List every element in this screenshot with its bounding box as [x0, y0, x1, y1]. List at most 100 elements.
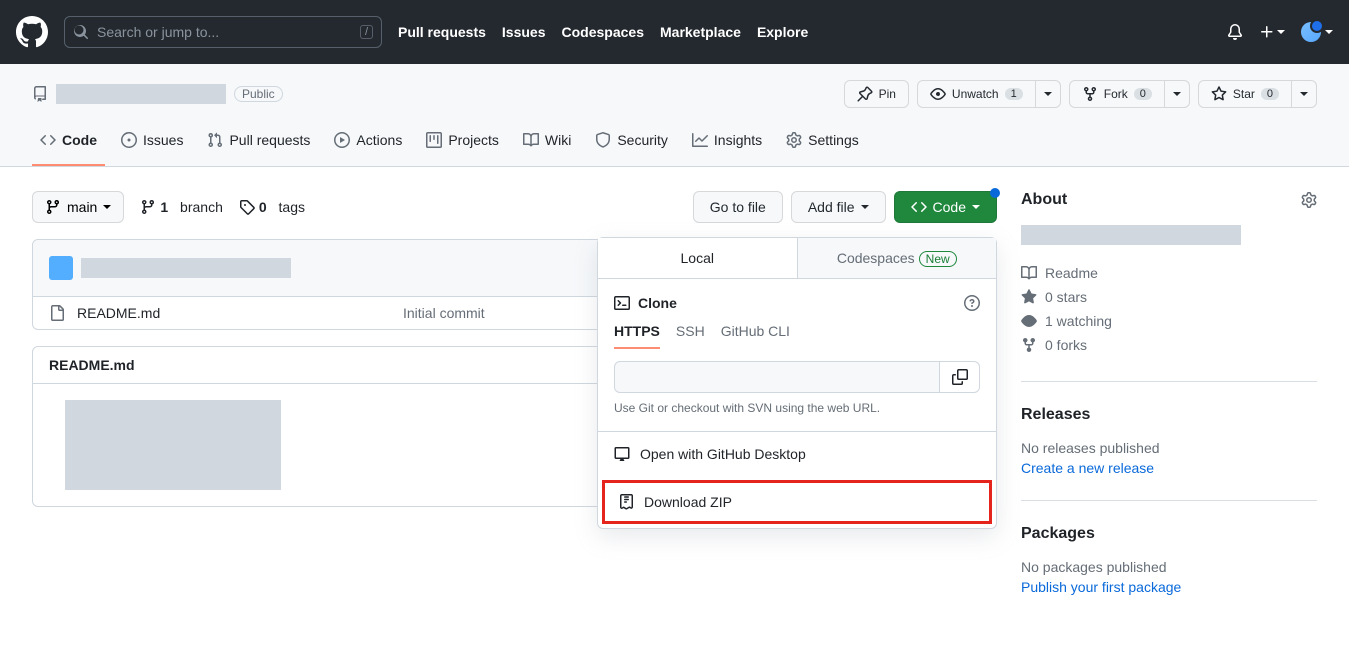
- publish-package-link[interactable]: Publish your first package: [1021, 579, 1317, 595]
- book-icon: [1021, 265, 1037, 281]
- gear-icon: [786, 132, 802, 148]
- sidebar-readme-link[interactable]: Readme: [1021, 261, 1317, 285]
- global-header: Search or jump to... / Pull requests Iss…: [0, 0, 1349, 64]
- pull-request-icon: [207, 132, 223, 148]
- fork-icon: [1021, 337, 1037, 353]
- unwatch-button[interactable]: Unwatch1: [917, 80, 1036, 108]
- notification-dot: [990, 188, 1000, 198]
- copy-url-button[interactable]: [940, 361, 980, 393]
- plus-icon: [1259, 24, 1275, 40]
- repo-name[interactable]: [56, 84, 226, 104]
- branches-link[interactable]: 1 branch: [140, 199, 223, 215]
- no-packages-text: No packages published: [1021, 559, 1317, 575]
- github-logo-icon[interactable]: [16, 16, 48, 48]
- code-tab-local[interactable]: Local: [598, 238, 798, 278]
- packages-heading: Packages: [1021, 525, 1095, 543]
- tab-issues[interactable]: Issues: [113, 124, 191, 166]
- code-dropdown: Local CodespacesNew Clone HTTPS SSH GitH…: [597, 237, 997, 529]
- nav-pulls[interactable]: Pull requests: [398, 24, 486, 40]
- sidebar-watching-link[interactable]: 1 watching: [1021, 309, 1317, 333]
- file-name: README.md: [77, 305, 160, 321]
- search-placeholder: Search or jump to...: [97, 24, 219, 40]
- fork-button[interactable]: Fork0: [1069, 80, 1165, 108]
- tab-actions[interactable]: Actions: [326, 124, 410, 166]
- fork-dropdown[interactable]: [1165, 80, 1190, 108]
- sidebar-forks-link[interactable]: 0 forks: [1021, 333, 1317, 357]
- tab-security[interactable]: Security: [587, 124, 676, 166]
- visibility-badge: Public: [234, 86, 283, 102]
- clone-tab-ssh[interactable]: SSH: [676, 323, 705, 349]
- tab-code[interactable]: Code: [32, 124, 105, 166]
- tab-pulls[interactable]: Pull requests: [199, 124, 318, 166]
- play-icon: [334, 132, 350, 148]
- repo-sidebar: About Readme 0 stars 1 watching 0 forks …: [1021, 191, 1317, 595]
- terminal-icon: [614, 295, 630, 311]
- issue-icon: [121, 132, 137, 148]
- help-icon[interactable]: [964, 295, 980, 311]
- unwatch-dropdown[interactable]: [1036, 80, 1061, 108]
- book-icon: [523, 132, 539, 148]
- sidebar-stars-link[interactable]: 0 stars: [1021, 285, 1317, 309]
- releases-heading: Releases: [1021, 406, 1090, 424]
- tab-wiki[interactable]: Wiki: [515, 124, 579, 166]
- branch-icon: [140, 199, 156, 215]
- commit-message[interactable]: Initial commit: [403, 305, 485, 321]
- nav-explore[interactable]: Explore: [757, 24, 808, 40]
- add-file-button[interactable]: Add file: [791, 191, 886, 223]
- clone-tab-https[interactable]: HTTPS: [614, 323, 660, 349]
- commit-author[interactable]: [81, 258, 291, 278]
- eye-icon: [930, 86, 946, 102]
- eye-icon: [1021, 313, 1037, 329]
- star-dropdown[interactable]: [1292, 80, 1317, 108]
- go-to-file-button[interactable]: Go to file: [693, 191, 783, 223]
- code-tab-codespaces[interactable]: CodespacesNew: [798, 238, 997, 278]
- create-new-menu[interactable]: [1259, 24, 1285, 40]
- branch-select[interactable]: main: [32, 191, 124, 223]
- global-nav: Pull requests Issues Codespaces Marketpl…: [398, 24, 808, 40]
- notifications-icon[interactable]: [1227, 24, 1243, 40]
- search-slash-hint: /: [360, 25, 373, 39]
- repo-header: Public Pin Unwatch1 Fork0 Star0 Code Iss…: [0, 64, 1349, 167]
- repo-tabs: Code Issues Pull requests Actions Projec…: [32, 124, 1317, 166]
- tab-settings[interactable]: Settings: [778, 124, 867, 166]
- fork-icon: [1082, 86, 1098, 102]
- download-zip[interactable]: Download ZIP: [602, 480, 992, 524]
- repo-icon: [32, 86, 48, 102]
- pin-icon: [857, 86, 873, 102]
- code-button[interactable]: Code: [894, 191, 997, 223]
- no-releases-text: No releases published: [1021, 440, 1317, 456]
- code-icon: [40, 132, 56, 148]
- readme-heading: [65, 400, 281, 490]
- open-github-desktop[interactable]: Open with GitHub Desktop: [598, 431, 996, 476]
- tags-link[interactable]: 0 tags: [239, 199, 305, 215]
- star-icon: [1021, 289, 1037, 305]
- gear-icon[interactable]: [1301, 192, 1317, 208]
- branch-icon: [45, 199, 61, 215]
- tab-insights[interactable]: Insights: [684, 124, 770, 166]
- desktop-icon: [614, 446, 630, 462]
- code-icon: [911, 199, 927, 215]
- clone-tab-cli[interactable]: GitHub CLI: [721, 323, 790, 349]
- search-icon: [73, 24, 89, 40]
- zip-icon: [618, 494, 634, 510]
- search-input[interactable]: Search or jump to... /: [64, 16, 382, 48]
- star-button[interactable]: Star0: [1198, 80, 1292, 108]
- nav-marketplace[interactable]: Marketplace: [660, 24, 741, 40]
- file-icon: [49, 305, 65, 321]
- tab-projects[interactable]: Projects: [418, 124, 507, 166]
- clone-url-input[interactable]: [614, 361, 940, 393]
- clone-hint: Use Git or checkout with SVN using the w…: [614, 401, 980, 415]
- create-release-link[interactable]: Create a new release: [1021, 460, 1317, 476]
- pin-button[interactable]: Pin: [844, 80, 909, 108]
- shield-icon: [595, 132, 611, 148]
- project-icon: [426, 132, 442, 148]
- clone-label: Clone: [638, 295, 677, 311]
- user-menu[interactable]: [1301, 22, 1333, 42]
- commit-author-avatar[interactable]: [49, 256, 73, 280]
- tag-icon: [239, 199, 255, 215]
- about-heading: About: [1021, 191, 1067, 209]
- nav-codespaces[interactable]: Codespaces: [562, 24, 644, 40]
- star-icon: [1211, 86, 1227, 102]
- nav-issues[interactable]: Issues: [502, 24, 546, 40]
- repo-description: [1021, 225, 1241, 245]
